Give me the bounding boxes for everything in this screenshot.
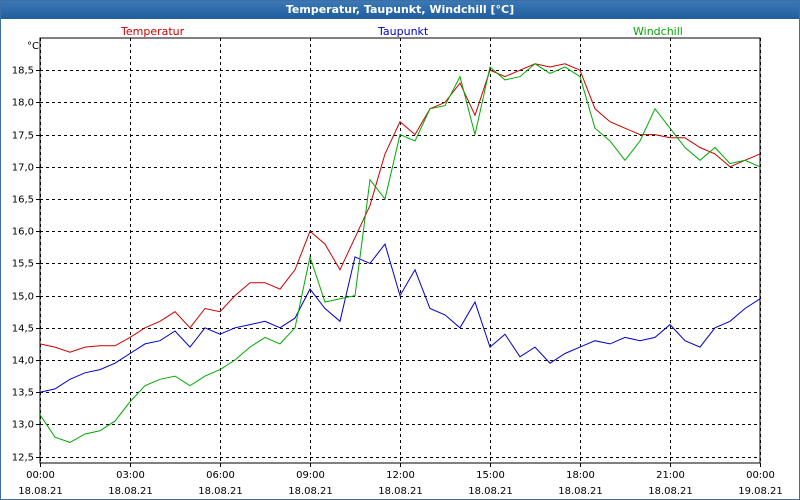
y-tick-label: 16,0 <box>12 227 34 238</box>
y-tick-label: 17,5 <box>12 131 34 142</box>
axis-layer: 12,5 13,0 13,5 14,0 14,5 15,0 15,5 16,0 16,5 17,0… <box>12 37 783 497</box>
y-tick-label: 12,5 <box>12 453 34 464</box>
series-line-windchill <box>39 63 761 443</box>
y-tick-label: 13,5 <box>12 388 34 399</box>
x-tick-date-label: 18.08.21 <box>108 486 153 497</box>
y-axis-unit-label: °C <box>27 41 39 52</box>
y-tick-label: 18,0 <box>12 98 34 109</box>
series-layer <box>39 63 761 443</box>
y-tick-label: 15,5 <box>12 259 34 270</box>
x-tick-date-label: 18.08.21 <box>18 486 63 497</box>
x-tick-time-label: 03:00 <box>116 470 145 481</box>
y-tick-label: 14,0 <box>12 356 34 367</box>
x-tick-date-label: 18.08.21 <box>558 486 603 497</box>
x-tick-time-label: 00:00 <box>26 470 55 481</box>
x-tick-time-label: 09:00 <box>296 470 325 481</box>
x-tick-date-label: 18.08.21 <box>378 486 423 497</box>
y-tick-label: 14,5 <box>12 324 34 335</box>
y-tick-label: 16,5 <box>12 195 34 206</box>
x-tick-time-label: 12:00 <box>386 470 415 481</box>
x-tick-date-label: 18.08.21 <box>288 486 333 497</box>
grid-layer <box>40 38 761 463</box>
x-tick-time-label: 00:00 <box>746 470 775 481</box>
x-tick-time-label: 15:00 <box>476 470 505 481</box>
x-tick-time-label: 21:00 <box>656 470 685 481</box>
y-tick-label: 17,0 <box>12 163 34 174</box>
x-tick-date-label: 19.08.21 <box>738 486 783 497</box>
x-tick-date-label: 18.08.21 <box>648 486 693 497</box>
x-tick-date-label: 18.08.21 <box>198 486 243 497</box>
x-tick-time-label: 06:00 <box>206 470 235 481</box>
y-tick-label: 18,5 <box>12 66 34 77</box>
x-tick-date-label: 18.08.21 <box>468 486 513 497</box>
y-tick-label: 13,0 <box>12 420 34 431</box>
line-chart: 12,5 13,0 13,5 14,0 14,5 15,0 15,5 16,0 16,5 17,0… <box>12 37 783 497</box>
x-tick-time-label: 18:00 <box>566 470 595 481</box>
y-tick-label: 15,0 <box>12 292 34 303</box>
chart-window: Temperatur, Taupunkt, Windchill [°C] Tem… <box>0 0 800 500</box>
